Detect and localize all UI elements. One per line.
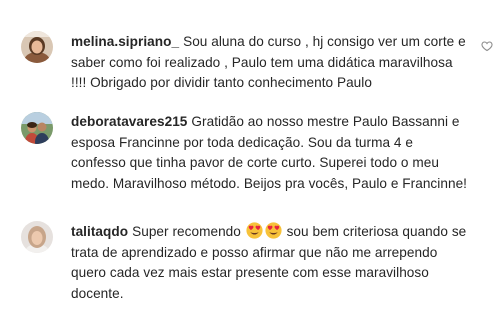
comment-text: talitaqdo Super recomendo sou bem criteri…: [71, 222, 471, 304]
avatar[interactable]: [21, 221, 53, 253]
avatar-photo-icon: [21, 112, 53, 144]
comment-username[interactable]: deboratavares215: [71, 114, 187, 129]
comment-text: deboratavares215 Gratidão ao nosso mestre…: [71, 112, 471, 194]
smiling-face-with-heart-eyes-icon: [265, 222, 282, 239]
avatar-photo-icon: [21, 31, 53, 63]
comment-text: melina.sipriano_ Sou aluna do curso , hj …: [71, 32, 471, 94]
comment-username[interactable]: talitaqdo: [71, 224, 128, 239]
like-heart-icon[interactable]: [481, 40, 493, 52]
comment-username[interactable]: melina.sipriano_: [71, 34, 179, 49]
avatar[interactable]: [21, 112, 53, 144]
avatar-photo-icon: [21, 221, 53, 253]
smiling-face-with-heart-eyes-icon: [246, 222, 263, 239]
comment-body-start: Super recomendo: [132, 224, 241, 239]
avatar[interactable]: [21, 31, 53, 63]
